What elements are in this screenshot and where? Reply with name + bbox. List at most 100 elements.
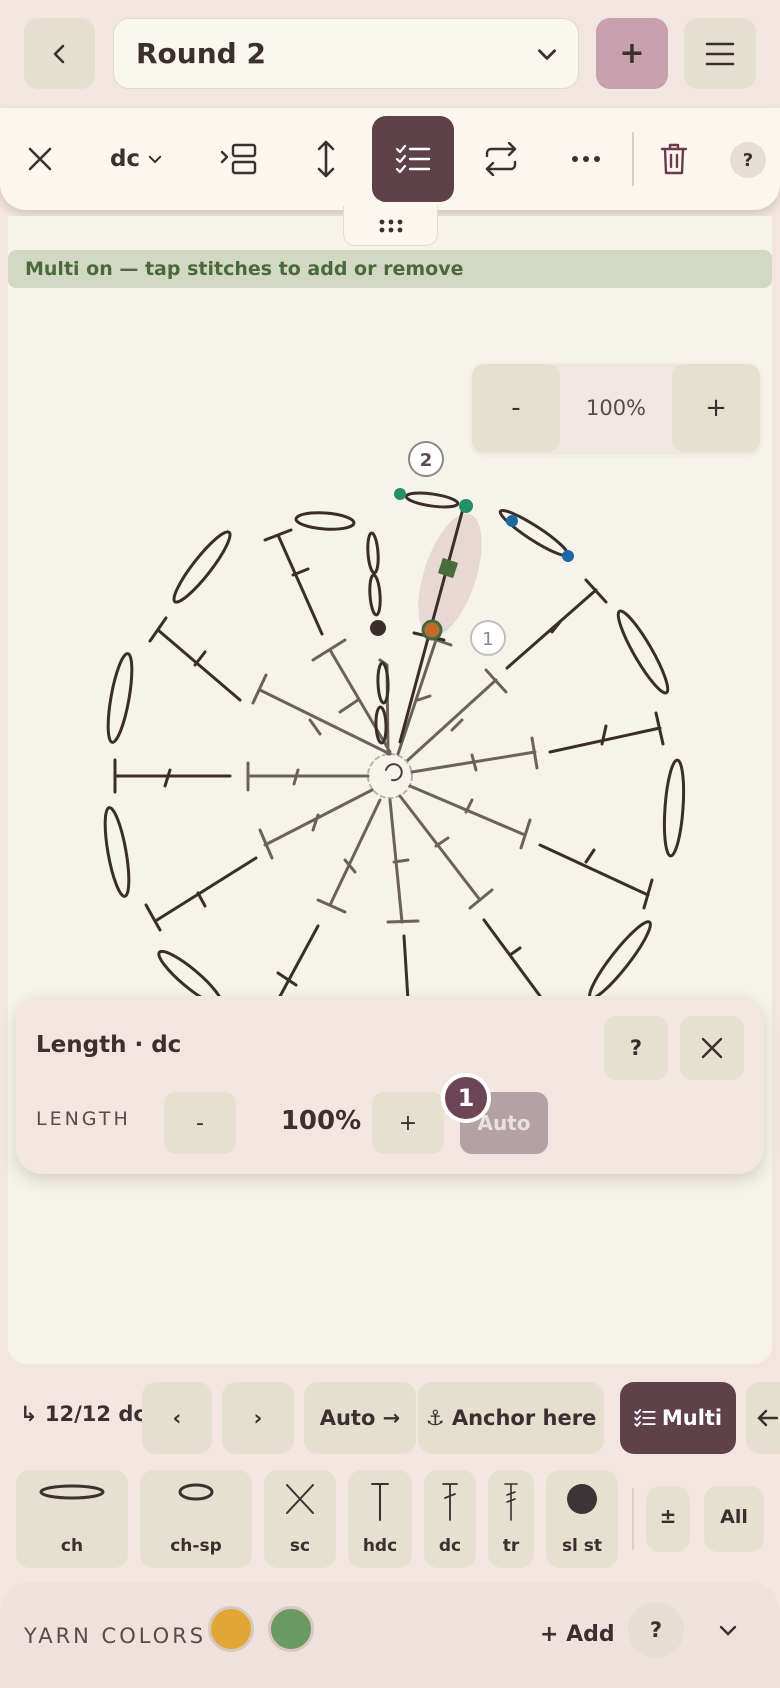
yarn-swatch-yellow[interactable] xyxy=(208,1606,254,1652)
previous-stitch-label: ‹ xyxy=(172,1406,182,1430)
zoom-out-label: - xyxy=(511,393,521,423)
previous-stitch-button[interactable]: ‹ xyxy=(142,1382,212,1454)
stitch-sl-st-button[interactable]: sl st xyxy=(546,1470,618,1568)
stitch-hdc-button[interactable]: hdc xyxy=(348,1470,412,1568)
stitch-modifier-label: ± xyxy=(659,1504,677,1528)
chain-oval xyxy=(294,511,356,531)
round-1-dc xyxy=(246,761,370,792)
zoom-in-button[interactable]: + xyxy=(672,364,760,452)
round-2-dc xyxy=(113,758,232,794)
chevron-down-icon xyxy=(719,1625,737,1636)
round-1-dc xyxy=(258,788,374,860)
auto-next-label: Auto → xyxy=(319,1406,401,1430)
stitch-dc-label: dc xyxy=(438,1536,462,1556)
length-auto-label: Auto xyxy=(477,1111,531,1135)
length-increase-button[interactable]: + xyxy=(372,1092,444,1154)
stitch-tr-label: tr xyxy=(502,1536,520,1556)
chain-oval xyxy=(376,661,390,705)
multi-select-button[interactable]: Multi xyxy=(620,1382,736,1454)
next-stitch-button[interactable]: › xyxy=(222,1382,294,1454)
checklist-icon xyxy=(634,1409,656,1427)
zoom-value: 100% xyxy=(585,396,647,420)
yarn-colors-bar: YARN COLORS + Add ? xyxy=(0,1582,780,1688)
chain-oval xyxy=(157,949,223,1000)
round-2-dc xyxy=(263,528,324,636)
stitch-hdc-label: hdc xyxy=(362,1536,398,1556)
length-decrease-label: - xyxy=(196,1110,204,1136)
round-2-dc xyxy=(548,711,665,754)
length-panel: Length · dc ? LENGTH - 100% + Auto xyxy=(16,996,764,1174)
anchor-here-button[interactable]: ⚓ Anchor here xyxy=(418,1382,604,1454)
chain-oval xyxy=(366,531,380,575)
length-close-button[interactable] xyxy=(680,1016,744,1080)
multi-select-label: Multi xyxy=(661,1406,723,1430)
next-stitch-label: › xyxy=(253,1406,263,1430)
stitch-navigation-row: ↳ 12/12 dc ‹ › Auto → ⚓ Anchor here Mult… xyxy=(0,1372,780,1464)
chain-oval xyxy=(404,491,460,509)
slip-stitch-icon xyxy=(567,1484,597,1514)
stitch-tr-button[interactable]: tr xyxy=(488,1470,534,1568)
magic-ring xyxy=(367,753,413,799)
auto-next-button[interactable]: Auto → xyxy=(304,1382,416,1454)
yarn-help-button[interactable]: ? xyxy=(628,1602,684,1658)
treble-crochet-icon xyxy=(504,1483,518,1521)
round-2-dc xyxy=(276,924,320,1000)
chain-oval xyxy=(106,652,134,744)
chain-stitches xyxy=(103,491,686,1000)
stitch-sc-button[interactable]: sc xyxy=(264,1470,336,1568)
arrow-left-icon xyxy=(757,1409,778,1427)
yarn-colors-label: YARN COLORS xyxy=(24,1624,207,1648)
round-1-marker: 1 xyxy=(482,629,493,650)
chain-handle-blue xyxy=(506,515,518,527)
crochet-diagram[interactable]: 2 1 xyxy=(0,0,780,1000)
yarn-help-label: ? xyxy=(649,1618,663,1642)
step-badge: 1 xyxy=(441,1073,491,1123)
stitch-modifier-button[interactable]: ± xyxy=(646,1486,690,1552)
length-increase-label: + xyxy=(398,1110,418,1136)
stitch-top-handle xyxy=(459,499,473,513)
zoom-control: - 100% + xyxy=(472,364,760,452)
length-panel-title: Length · dc xyxy=(36,1032,182,1058)
stitch-counter: ↳ 12/12 dc xyxy=(20,1402,146,1426)
chain-oval xyxy=(588,920,652,1000)
stitch-dc-button[interactable]: dc xyxy=(424,1470,476,1568)
chain-end-handle xyxy=(394,488,406,500)
double-crochet-icon xyxy=(442,1483,458,1521)
chain-oval xyxy=(616,609,670,695)
chain-oval xyxy=(172,530,232,604)
undo-button[interactable] xyxy=(746,1382,780,1454)
length-label: LENGTH xyxy=(36,1108,131,1130)
round-2-dc xyxy=(505,578,608,670)
palette-divider xyxy=(632,1488,634,1550)
chain-oval xyxy=(498,508,570,558)
length-decrease-button[interactable]: - xyxy=(164,1092,236,1154)
select-all-label: All xyxy=(720,1506,748,1528)
round-2-dc xyxy=(482,918,542,998)
stitch-sc-label: sc xyxy=(289,1536,311,1556)
close-icon xyxy=(701,1037,723,1059)
length-help-button[interactable]: ? xyxy=(604,1016,668,1080)
half-double-crochet-icon xyxy=(371,1483,389,1521)
round-1-dc xyxy=(408,784,532,850)
stitch-ch-sp-button[interactable]: ch-sp xyxy=(140,1470,252,1568)
stitch-ch-label: ch xyxy=(60,1536,84,1556)
collapse-yarn-button[interactable] xyxy=(700,1602,756,1658)
yarn-swatch-green[interactable] xyxy=(268,1606,314,1652)
add-yarn-button[interactable]: + Add xyxy=(540,1622,615,1647)
chain-oval xyxy=(368,573,382,617)
chain-oval xyxy=(103,806,131,898)
chain-oval-icon xyxy=(39,1484,105,1500)
zoom-out-button[interactable]: - xyxy=(472,364,560,452)
length-value: 100% xyxy=(280,1106,362,1136)
round-1-dc xyxy=(386,798,420,924)
length-help-label: ? xyxy=(629,1036,643,1060)
stitch-ch-button[interactable]: ch xyxy=(16,1470,128,1568)
round-1-dc xyxy=(398,794,494,910)
chain-handle-blue xyxy=(562,550,574,562)
round-1-stitches xyxy=(246,634,539,924)
stitch-ch-sp-label: ch-sp xyxy=(170,1536,222,1556)
chain-oval xyxy=(662,758,686,858)
anchor-here-label: ⚓ Anchor here xyxy=(425,1406,597,1430)
select-all-button[interactable]: All xyxy=(704,1486,764,1552)
stitch-base-handle xyxy=(421,619,443,641)
